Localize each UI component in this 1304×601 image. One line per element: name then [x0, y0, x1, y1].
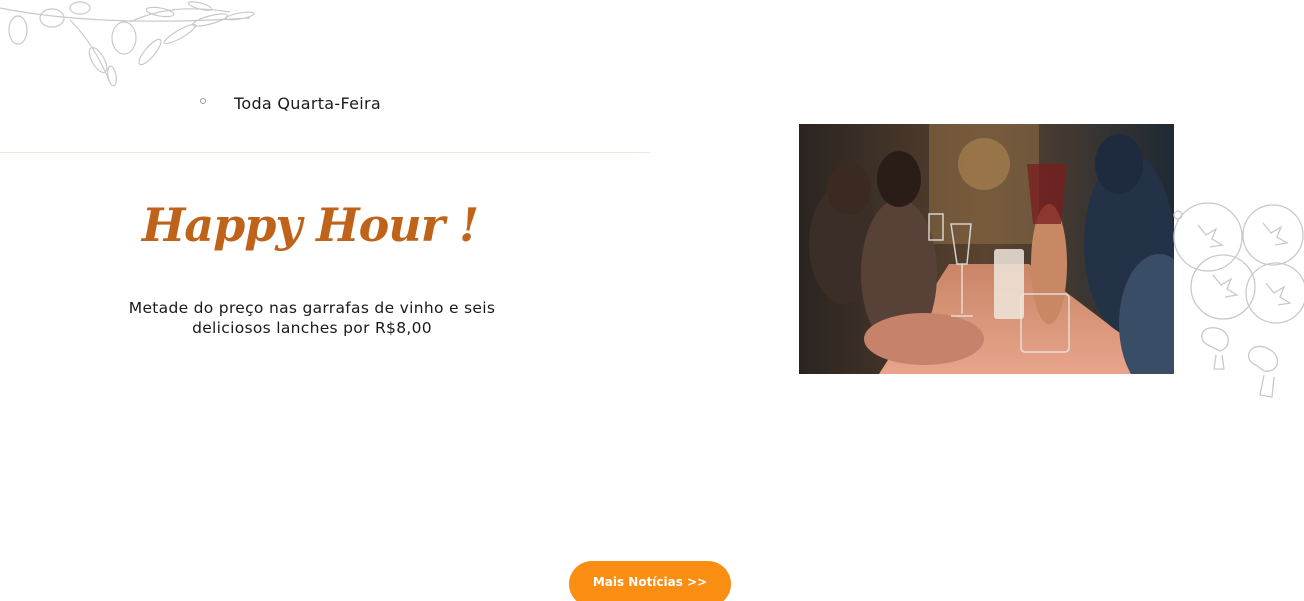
schedule-line: Toda Quarta-Feira [200, 94, 381, 113]
tomato-mushroom-sketch [1173, 202, 1304, 398]
restaurant-photo [799, 124, 1174, 374]
olive-branch-sketch [0, 1, 255, 87]
more-news-button[interactable]: Mais Notícias >> [569, 561, 731, 601]
event-title: Happy Hour ! [141, 198, 479, 252]
divider [0, 152, 650, 153]
event-description: Metade do preço nas garrafas de vinho e … [128, 299, 496, 337]
bullet-icon [200, 97, 206, 104]
happy-hour-section: Toda Quarta-Feira Happy Hour ! Metade do… [0, 0, 1304, 601]
schedule-text: Toda Quarta-Feira [234, 94, 381, 113]
